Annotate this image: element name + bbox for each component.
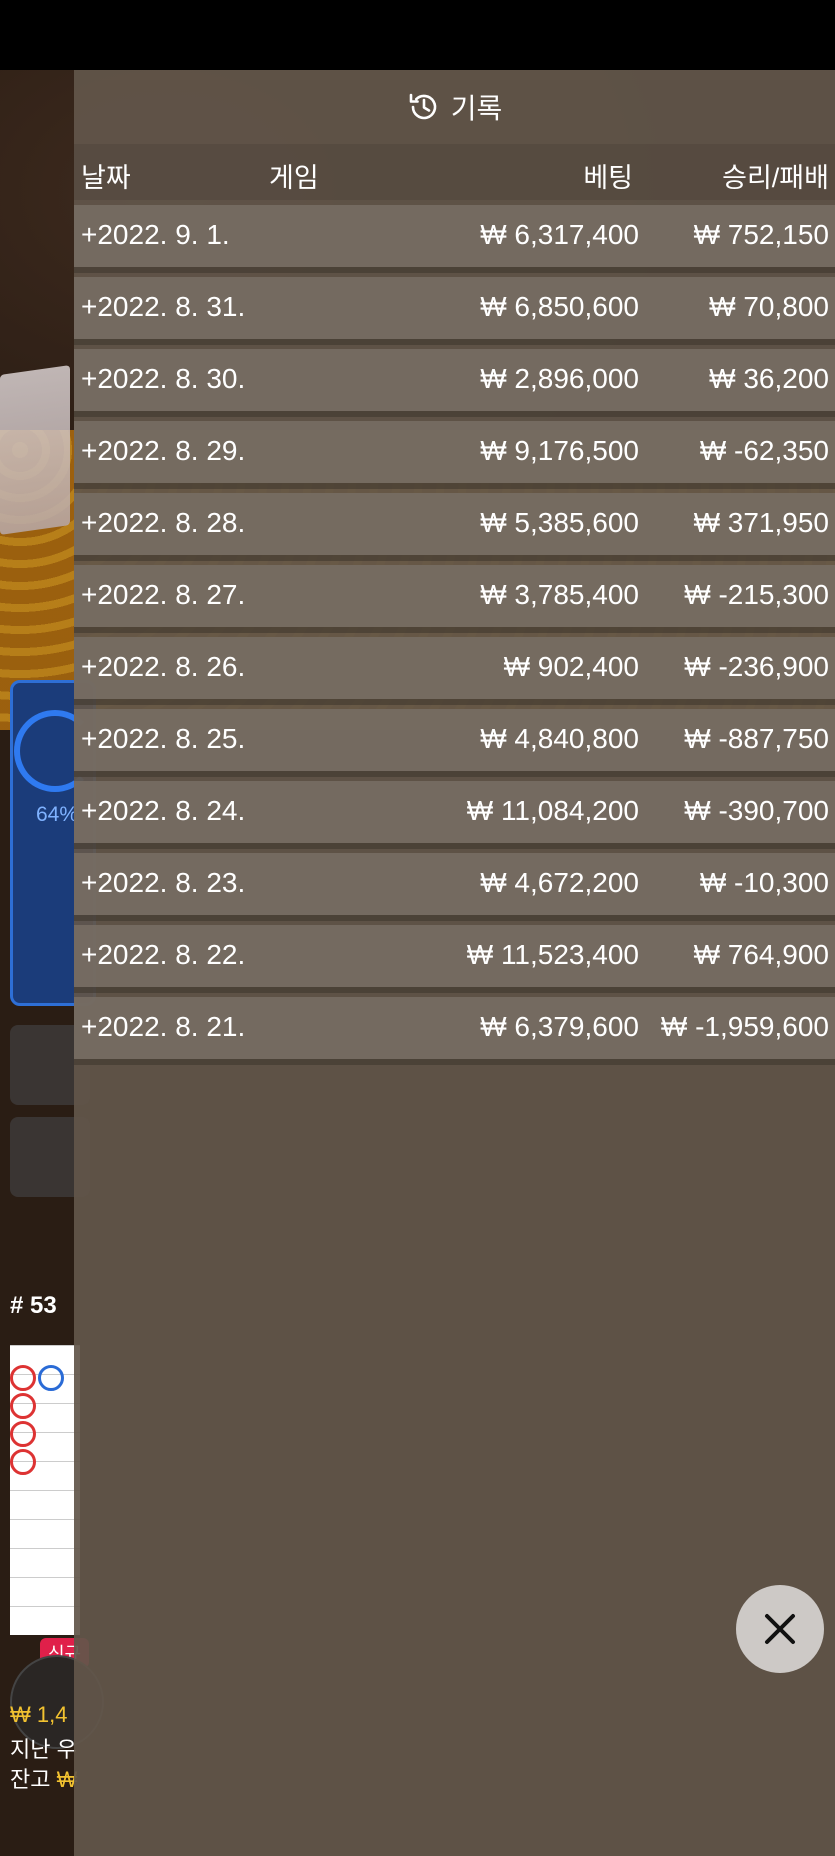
row-win-loss: ₩ -887,750: [684, 723, 829, 754]
row-win-loss: ₩ -390,700: [684, 795, 829, 826]
history-title: 기록: [450, 93, 503, 124]
row-bet: ₩ 902,400: [503, 651, 639, 682]
road-dot-banker: [10, 1365, 36, 1391]
history-row[interactable]: +2022. 8. 29. ₩ 9,176,500 ₩ -62,350: [74, 421, 835, 483]
column-game: 게임: [269, 163, 319, 193]
row-bet: ₩ 6,317,400: [480, 219, 639, 250]
column-date: 날짜: [81, 163, 131, 193]
timer-percent: 64%: [36, 803, 79, 826]
row-win-loss: ₩ 371,950: [693, 507, 829, 538]
row-date: +2022. 8. 24.: [81, 795, 246, 826]
card-shoe: [0, 365, 70, 535]
history-row[interactable]: +2022. 9. 1. ₩ 6,317,400 ₩ 752,150: [74, 205, 835, 267]
round-number: # 53: [10, 1292, 57, 1319]
road-dot-banker: [10, 1393, 36, 1419]
row-date: +2022. 8. 26.: [81, 651, 246, 682]
row-bet: ₩ 2,896,000: [480, 363, 639, 394]
row-date: +2022. 8. 27.: [81, 579, 246, 610]
history-row[interactable]: +2022. 8. 28. ₩ 5,385,600 ₩ 371,950: [74, 493, 835, 555]
row-win-loss: ₩ -62,350: [699, 435, 829, 466]
row-win-loss: ₩ 752,150: [693, 219, 829, 250]
close-button[interactable]: [736, 1585, 824, 1673]
row-win-loss: ₩ -215,300: [684, 579, 829, 610]
history-row[interactable]: +2022. 8. 23. ₩ 4,672,200 ₩ -10,300: [74, 853, 835, 915]
history-overlay: 기록 날짜 게임 베팅 승리/패배 +2022. 9. 1. ₩ 6,317,4…: [74, 70, 835, 1856]
row-date: +2022. 8. 25.: [81, 723, 246, 754]
row-win-loss: ₩ 764,900: [693, 939, 829, 970]
road-dot-player: [38, 1365, 64, 1391]
row-bet: ₩ 6,379,600: [480, 1011, 639, 1042]
last-win-label: 지난 우: [10, 1737, 77, 1762]
row-date: +2022. 8. 28.: [81, 507, 246, 538]
history-row[interactable]: +2022. 8. 22. ₩ 11,523,400 ₩ 764,900: [74, 925, 835, 987]
column-bet: 베팅: [583, 163, 633, 193]
history-row[interactable]: +2022. 8. 24. ₩ 11,084,200 ₩ -390,700: [74, 781, 835, 843]
row-date: +2022. 8. 21.: [81, 1011, 246, 1042]
history-header: 기록: [74, 70, 835, 144]
row-bet: ₩ 4,840,800: [480, 723, 639, 754]
history-icon: [409, 93, 436, 120]
row-bet: ₩ 4,672,200: [480, 867, 639, 898]
row-win-loss: ₩ 70,800: [709, 291, 829, 322]
row-date: +2022. 9. 1.: [81, 219, 230, 250]
row-date: +2022. 8. 23.: [81, 867, 246, 898]
row-bet: ₩ 6,850,600: [480, 291, 639, 322]
balance-label: 잔고: [10, 1767, 51, 1792]
road-dot-banker: [10, 1421, 36, 1447]
row-date: +2022. 8. 31.: [81, 291, 246, 322]
history-row[interactable]: +2022. 8. 26. ₩ 902,400 ₩ -236,900: [74, 637, 835, 699]
balance-row: 잔고 ₩: [10, 1762, 77, 1794]
row-date: +2022. 8. 30.: [81, 363, 246, 394]
row-win-loss: ₩ 36,200: [709, 363, 829, 394]
history-row[interactable]: +2022. 8. 27. ₩ 3,785,400 ₩ -215,300: [74, 565, 835, 627]
road-dot-banker: [10, 1449, 36, 1475]
row-date: +2022. 8. 22.: [81, 939, 246, 970]
row-win-loss: ₩ -236,900: [684, 651, 829, 682]
history-row[interactable]: +2022. 8. 25. ₩ 4,840,800 ₩ -887,750: [74, 709, 835, 771]
row-bet: ₩ 3,785,400: [480, 579, 639, 610]
row-win-loss: ₩ -10,300: [699, 867, 829, 898]
history-row[interactable]: +2022. 8. 21. ₩ 6,379,600 ₩ -1,959,600: [74, 997, 835, 1059]
history-column-headers: 날짜 게임 베팅 승리/패배: [74, 144, 835, 200]
row-bet: ₩ 11,084,200: [466, 795, 639, 826]
bead-road: [10, 1345, 80, 1635]
history-row[interactable]: +2022. 8. 31. ₩ 6,850,600 ₩ 70,800: [74, 277, 835, 339]
close-icon: [765, 1614, 795, 1644]
history-row[interactable]: +2022. 8. 30. ₩ 2,896,000 ₩ 36,200: [74, 349, 835, 411]
row-bet: ₩ 11,523,400: [466, 939, 639, 970]
column-win-loss: 승리/패배: [722, 163, 829, 193]
row-bet: ₩ 5,385,600: [480, 507, 639, 538]
row-win-loss: ₩ -1,959,600: [660, 1011, 829, 1042]
row-date: +2022. 8. 29.: [81, 435, 246, 466]
bottom-amount: ₩ 1,4: [10, 1702, 68, 1727]
row-bet: ₩ 9,176,500: [480, 435, 639, 466]
